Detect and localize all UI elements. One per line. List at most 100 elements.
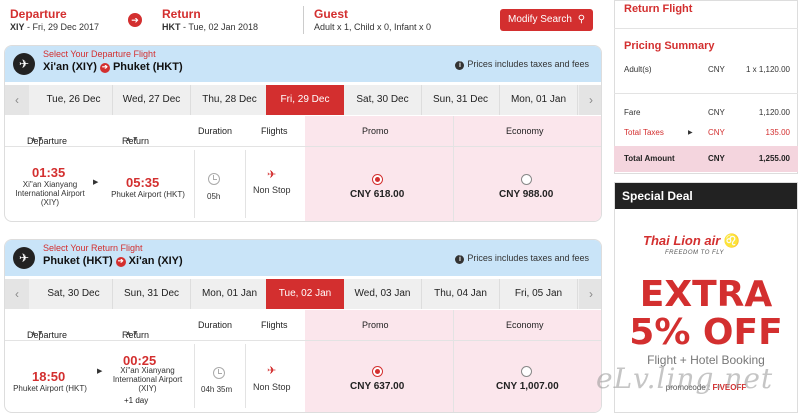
date-tab[interactable]: Thu, 04 Jan	[422, 279, 500, 309]
divider	[245, 150, 246, 218]
prices-note-text: Prices includes taxes and fees	[467, 59, 589, 69]
sort-icon: ▲▼	[30, 330, 44, 337]
date-tab[interactable]: Mon, 01 Jan	[191, 279, 269, 309]
sort-icon: ▲▼	[30, 136, 44, 143]
col-promo: Promo	[362, 320, 389, 330]
date-tab[interactable]: Mon, 01 Jan	[500, 85, 578, 115]
arrival-airport: Xi"an Xianyang International Airport (XIY)	[112, 366, 183, 393]
date-tab[interactable]: Sun, 31 Dec	[422, 85, 500, 115]
prev-dates-button[interactable]: ‹	[5, 85, 29, 115]
col-flights: Flights	[261, 320, 288, 330]
column-headers: Departure ▲▼ Return ▲▼ Duration Flights Pr…	[27, 126, 544, 146]
return-code: HKT	[162, 22, 181, 32]
col-flights: Flights	[261, 126, 288, 136]
divider	[303, 6, 304, 34]
departure-time: 01:35	[32, 165, 66, 180]
date-tab[interactable]: Sat, 30 Dec	[35, 279, 113, 309]
return-route: Phuket (HKT) ➔ Xi'an (XIY)	[43, 255, 183, 267]
return-summary: HKT - Tue, 02 Jan 2018	[162, 22, 258, 32]
prices-note: i Prices includes taxes and fees	[455, 253, 589, 264]
col-economy: Economy	[506, 126, 544, 136]
date-tab[interactable]: Fri, 05 Jan	[500, 279, 578, 309]
return-flight-title: Return Flight	[624, 3, 693, 15]
search-summary: Departure XIY - Fri, 29 Dec 2017 ➔ Retur…	[0, 0, 608, 40]
departure-airport: Phuket Airport (HKT)	[13, 384, 87, 393]
date-tab-active[interactable]: Tue, 02 Jan	[266, 279, 344, 309]
circle-arrow-right-icon: ➔	[128, 13, 142, 27]
promo-fare-radio[interactable]	[372, 174, 383, 185]
divider	[245, 344, 246, 408]
next-dates-button[interactable]: ›	[579, 279, 601, 309]
return-date: - Tue, 02 Jan 2018	[180, 22, 259, 32]
route-origin: Phuket (HKT)	[43, 255, 113, 267]
modify-search-label: Modify Search	[508, 14, 572, 25]
extra-text: EXTRA	[639, 274, 773, 315]
plane-icon: ✈	[13, 247, 35, 269]
departure-flight-panel: ✈ Select Your Departure Flight Xi'an (XI…	[4, 45, 602, 222]
pricing-summary-title: Pricing Summary	[624, 40, 715, 52]
arrival-time: 05:35	[126, 175, 160, 190]
divider	[5, 340, 601, 341]
select-return-label: Select Your Return Flight	[43, 243, 143, 253]
divider	[5, 146, 601, 147]
special-deal-title: Special Deal	[615, 183, 797, 209]
departure-date: - Fri, 29 Dec 2017	[24, 22, 100, 32]
divider	[614, 28, 798, 29]
date-tab[interactable]: Sun, 31 Dec	[113, 279, 191, 309]
route-destination: Phuket (HKT)	[112, 61, 183, 73]
expand-icon: ▶	[688, 130, 693, 136]
date-tab[interactable]: Thu, 28 Dec	[191, 85, 269, 115]
departure-panel-header: ✈ Select Your Departure Flight Xi'an (XI…	[5, 46, 601, 82]
col-promo: Promo	[362, 126, 389, 136]
column-headers: Departure ▲▼ Return ▲▼ Duration Flights Pr…	[27, 320, 544, 340]
chevron-right-icon: ▶	[97, 368, 103, 375]
departure-route: Xi'an (XIY) ➔ Phuket (HKT)	[43, 61, 183, 73]
promo-fare-radio[interactable]	[372, 366, 383, 377]
stops: Non Stop	[253, 185, 291, 195]
promo-price: CNY 618.00	[350, 189, 405, 200]
clock-icon	[208, 173, 220, 185]
departure-code: XIY	[10, 22, 25, 32]
departure-time: 18:50	[32, 369, 66, 384]
col-economy: Economy	[506, 320, 544, 330]
discount-text: 5% OFF	[629, 312, 783, 353]
chevron-right-icon: ▶	[93, 179, 99, 186]
date-tab[interactable]: Wed, 03 Jan	[344, 279, 422, 309]
return-label: Return	[162, 7, 201, 21]
guest-value: Adult x 1, Child x 0, Infant x 0	[314, 22, 432, 32]
plane-icon: ✈	[267, 365, 277, 377]
next-dates-button[interactable]: ›	[579, 85, 601, 115]
plane-icon: ✈	[267, 169, 277, 181]
date-selector: ‹ Sat, 30 Dec Sun, 31 Dec Mon, 01 Jan Tu…	[5, 279, 601, 309]
economy-fare-radio[interactable]	[521, 366, 532, 377]
economy-fare-radio[interactable]	[521, 174, 532, 185]
date-tab-active[interactable]: Fri, 29 Dec	[266, 85, 344, 115]
tagline: FREEDOM TO FLY	[665, 250, 725, 256]
stops: Non Stop	[253, 382, 291, 392]
duration: 05h	[207, 192, 221, 201]
prev-dates-button[interactable]: ‹	[5, 279, 29, 309]
departure-airport: Xi"an Xianyang International Airport (XIY)	[15, 180, 85, 207]
arrival-airport: Phuket Airport (HKT)	[111, 190, 185, 199]
departure-label: Departure	[10, 7, 67, 21]
col-duration: Duration	[198, 126, 233, 136]
divider	[614, 93, 798, 94]
duration: 04h 35m	[201, 385, 233, 394]
plane-icon: ✈	[13, 53, 35, 75]
modify-search-button[interactable]: Modify Search ⚲	[500, 9, 594, 31]
route-origin: Xi'an (XIY)	[43, 61, 97, 73]
return-flight-panel: ✈ Select Your Return Flight Phuket (HKT)…	[4, 239, 602, 413]
sort-icon: ▲▼	[125, 136, 139, 143]
info-icon: i	[455, 61, 465, 70]
divider	[194, 344, 195, 408]
select-departure-label: Select Your Departure Flight	[43, 49, 156, 59]
prices-note-text: Prices includes taxes and fees	[467, 253, 589, 263]
return-panel-header: ✈ Select Your Return Flight Phuket (HKT)…	[5, 240, 601, 276]
date-tab[interactable]: Wed, 27 Dec	[113, 85, 191, 115]
plus-day: +1 day	[124, 396, 149, 405]
date-tab[interactable]: Sat, 30 Dec	[344, 85, 422, 115]
thai-lion-air-logo: Thai Lion air ♌	[643, 233, 741, 248]
watermark: eLv.ling.net	[596, 362, 774, 395]
arrow-right-icon: ➔	[115, 257, 126, 267]
date-tab[interactable]: Tue, 26 Dec	[35, 85, 113, 115]
